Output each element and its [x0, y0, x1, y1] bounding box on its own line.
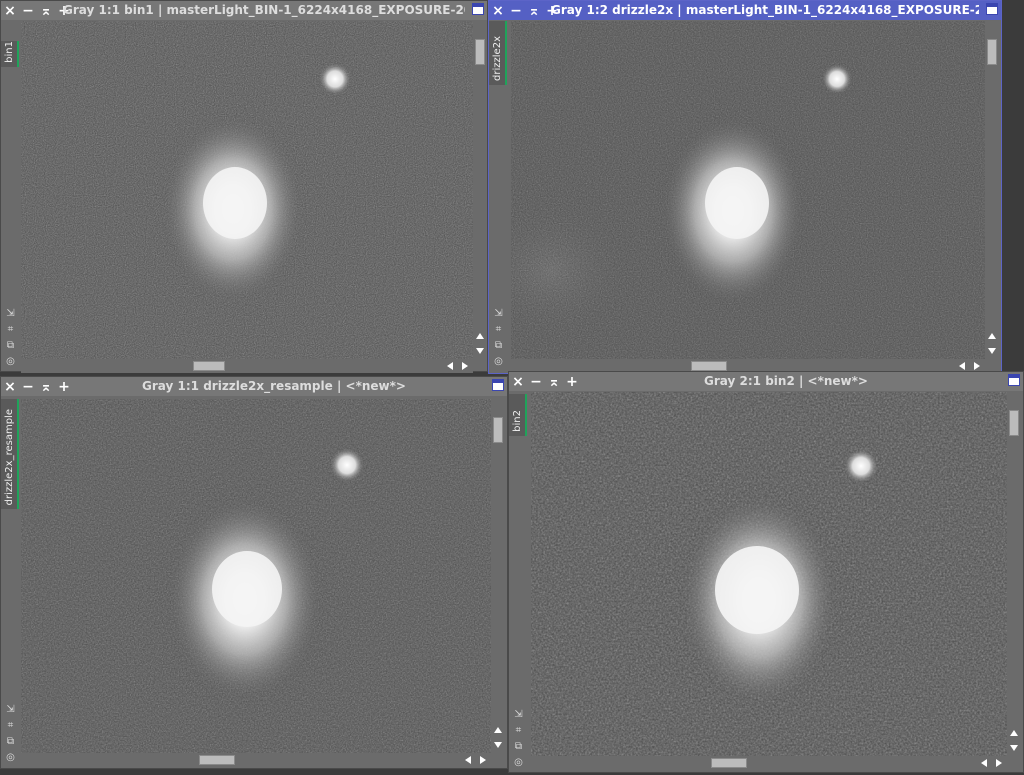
window-titlebar[interactable]: × − ⌅ + Gray 2:1 bin2 | <*new*> — [509, 372, 1023, 391]
shade-icon[interactable]: ⌅ — [545, 372, 563, 391]
vertical-scrollbar[interactable] — [1007, 392, 1021, 756]
crop-icon[interactable]: ⌗ — [493, 324, 504, 335]
image-view[interactable] — [21, 21, 473, 359]
close-icon[interactable]: × — [1, 1, 19, 20]
vertical-scroll-thumb[interactable] — [987, 39, 997, 65]
shade-icon[interactable]: ⌅ — [525, 1, 543, 20]
scroll-left-icon[interactable] — [465, 756, 471, 764]
vertical-scrollbar[interactable] — [491, 399, 505, 753]
window-title: Gray 1:2 drizzle2x | masterLight_BIN-1_6… — [551, 3, 979, 17]
minimize-icon[interactable]: − — [507, 1, 525, 20]
window-title: Gray 1:1 bin1 | masterLight_BIN-1_6224x4… — [63, 3, 465, 17]
maximize-icon[interactable] — [986, 3, 998, 15]
close-icon[interactable]: × — [1, 377, 19, 396]
scroll-up-icon[interactable] — [476, 333, 484, 339]
galaxy-core — [715, 546, 799, 634]
view-tab-label: drizzle2x — [492, 36, 503, 81]
crop-icon[interactable]: ⌗ — [5, 324, 16, 335]
image-view[interactable] — [531, 392, 1007, 756]
image-window-drizzle2x-resample[interactable]: × − ⌅ + Gray 1:1 drizzle2x_resample | <*… — [0, 376, 508, 769]
image-window-bin1[interactable]: × − ⌅ + Gray 1:1 bin1 | masterLight_BIN-… — [0, 0, 488, 373]
view-tab-label: drizzle2x_resample — [4, 408, 15, 505]
view-tab-drizzle2x-resample[interactable]: drizzle2x_resample — [1, 399, 19, 509]
shade-icon[interactable]: ⌅ — [37, 1, 55, 20]
clone-icon[interactable]: ⧉ — [513, 741, 524, 752]
vertical-scrollbar[interactable] — [473, 21, 487, 359]
close-icon[interactable]: × — [509, 372, 527, 391]
vertical-scroll-thumb[interactable] — [493, 417, 503, 443]
star — [822, 64, 852, 94]
scroll-left-icon[interactable] — [447, 362, 453, 370]
target-icon[interactable]: ◎ — [493, 356, 504, 367]
minimize-icon[interactable]: − — [527, 372, 545, 391]
vertical-scroll-thumb[interactable] — [1009, 410, 1019, 436]
target-icon[interactable]: ◎ — [5, 356, 16, 367]
scroll-right-icon[interactable] — [480, 756, 486, 764]
scroll-up-icon[interactable] — [988, 333, 996, 339]
vertical-scrollbar[interactable] — [985, 21, 999, 359]
image-view[interactable] — [21, 399, 491, 753]
horizontal-scroll-thumb[interactable] — [711, 758, 747, 768]
window-titlebar[interactable]: × − ⌅ + Gray 1:2 drizzle2x | masterLight… — [489, 1, 1001, 20]
scroll-down-icon[interactable] — [1010, 745, 1018, 751]
horizontal-scroll-thumb[interactable] — [691, 361, 727, 371]
star — [330, 448, 364, 482]
horizontal-scroll-thumb[interactable] — [193, 361, 225, 371]
scroll-down-icon[interactable] — [494, 742, 502, 748]
zoom-to-fit-icon[interactable]: ⇲ — [493, 308, 504, 319]
window-titlebar[interactable]: × − ⌅ + Gray 1:1 drizzle2x_resample | <*… — [1, 377, 507, 396]
galaxy-core — [212, 551, 282, 627]
galaxy-core — [203, 167, 267, 239]
shade-icon[interactable]: ⌅ — [37, 377, 55, 396]
scroll-down-icon[interactable] — [988, 348, 996, 354]
target-icon[interactable]: ◎ — [5, 752, 16, 763]
scroll-right-icon[interactable] — [974, 362, 980, 370]
zoom-to-fit-icon[interactable]: ⇲ — [513, 709, 524, 720]
view-tab-bin1[interactable]: bin1 — [1, 41, 19, 67]
scroll-right-icon[interactable] — [996, 759, 1002, 767]
minimize-icon[interactable]: − — [19, 1, 37, 20]
scroll-left-icon[interactable] — [981, 759, 987, 767]
scroll-left-icon[interactable] — [959, 362, 965, 370]
horizontal-scroll-thumb[interactable] — [199, 755, 235, 765]
star — [319, 63, 351, 95]
crop-icon[interactable]: ⌗ — [5, 720, 16, 731]
scroll-down-icon[interactable] — [476, 348, 484, 354]
horizontal-scrollbar[interactable] — [531, 756, 1007, 770]
target-icon[interactable]: ◎ — [513, 757, 524, 768]
view-tab-label: bin1 — [4, 41, 15, 63]
image-window-drizzle2x[interactable]: × − ⌅ + Gray 1:2 drizzle2x | masterLight… — [488, 0, 1002, 374]
image-view[interactable] — [511, 21, 985, 359]
clone-icon[interactable]: ⧉ — [5, 736, 16, 747]
maximize-icon[interactable] — [1008, 374, 1020, 386]
view-tab-label: bin2 — [512, 410, 523, 432]
window-titlebar[interactable]: × − ⌅ + Gray 1:1 bin1 | masterLight_BIN-… — [1, 1, 487, 20]
scroll-up-icon[interactable] — [1010, 730, 1018, 736]
zoom-to-fit-icon[interactable]: ⇲ — [5, 308, 16, 319]
zoom-to-fit-icon[interactable]: ⇲ — [5, 704, 16, 715]
horizontal-scrollbar[interactable] — [21, 753, 491, 767]
scroll-up-icon[interactable] — [494, 727, 502, 733]
star — [844, 449, 878, 483]
close-icon[interactable]: × — [489, 1, 507, 20]
scroll-right-icon[interactable] — [462, 362, 468, 370]
maximize-icon[interactable] — [472, 3, 484, 15]
view-tab-drizzle2x[interactable]: drizzle2x — [489, 21, 507, 85]
crop-icon[interactable]: ⌗ — [513, 725, 524, 736]
image-window-bin2[interactable]: × − ⌅ + Gray 2:1 bin2 | <*new*> bin2 ⇲ ⌗… — [508, 371, 1024, 773]
clone-icon[interactable]: ⧉ — [5, 340, 16, 351]
galaxy-core — [705, 167, 769, 239]
view-tab-bin2[interactable]: bin2 — [509, 394, 527, 436]
minimize-icon[interactable]: − — [19, 377, 37, 396]
maximize-icon[interactable] — [492, 379, 504, 391]
window-title: Gray 2:1 bin2 | <*new*> — [704, 374, 868, 388]
window-title: Gray 1:1 drizzle2x_resample | <*new*> — [142, 379, 406, 393]
clone-icon[interactable]: ⧉ — [493, 340, 504, 351]
horizontal-scrollbar[interactable] — [21, 359, 473, 373]
vertical-scroll-thumb[interactable] — [475, 39, 485, 65]
